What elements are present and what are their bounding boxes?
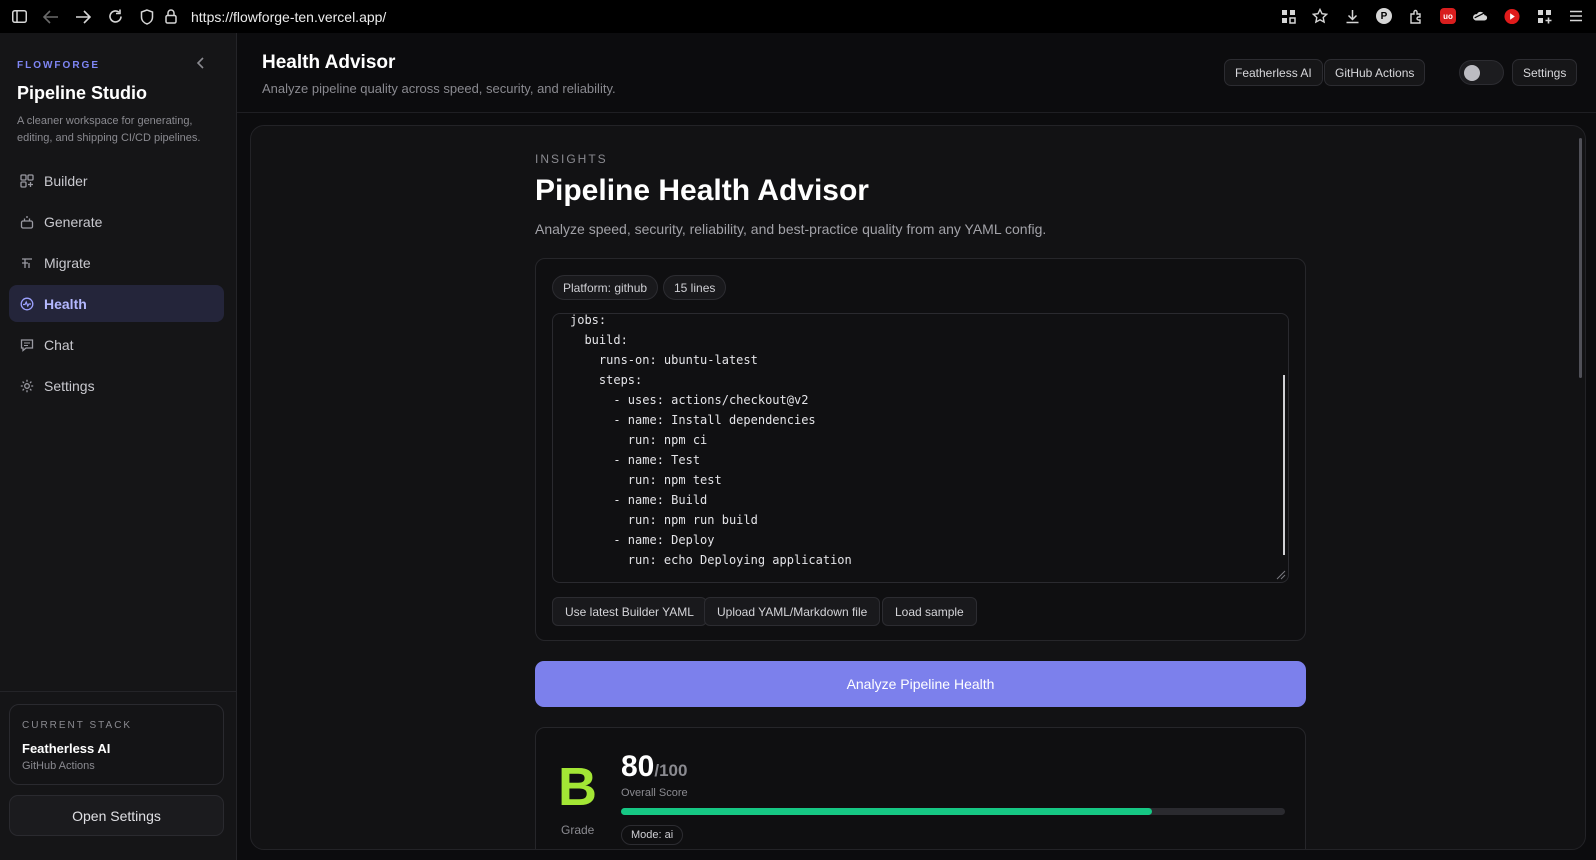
sidebar-nav: Builder Generate Migrate Health Chat Set… xyxy=(9,162,224,408)
reload-icon[interactable] xyxy=(107,9,123,25)
menu-icon[interactable] xyxy=(1568,8,1584,24)
sidebar-item-label: Health xyxy=(44,295,87,312)
download-icon[interactable] xyxy=(1344,8,1360,24)
page-title: Health Advisor xyxy=(262,52,396,73)
score-value: 80 xyxy=(621,750,655,783)
yaml-editor-card: Platform: github 15 lines jobs: build: r… xyxy=(535,258,1306,641)
url-bar[interactable]: https://flowforge-ten.vercel.app/ xyxy=(191,9,386,25)
generate-icon xyxy=(20,215,34,229)
sidebar-item-label: Generate xyxy=(44,213,103,230)
shield-icon[interactable] xyxy=(139,8,155,25)
brand-description: A cleaner workspace for generating, edit… xyxy=(17,115,201,144)
use-latest-builder-button[interactable]: Use latest Builder YAML xyxy=(552,597,707,626)
yaml-content: jobs: build: runs-on: ubuntu-latest step… xyxy=(570,313,852,567)
back-icon[interactable] xyxy=(43,9,59,25)
brand-tag: FLOWFORGE xyxy=(17,60,100,71)
toggle-knob xyxy=(1464,65,1480,81)
page-header: Health Advisor Analyze pipeline quality … xyxy=(237,33,1596,113)
theme-toggle[interactable] xyxy=(1459,60,1504,85)
main-panel: INSIGHTS Pipeline Health Advisor Analyze… xyxy=(250,125,1586,850)
sidebar-item-builder[interactable]: Builder xyxy=(9,162,224,199)
platform-chip[interactable]: GitHub Actions xyxy=(1324,59,1426,86)
grade-letter: B xyxy=(558,757,597,817)
migrate-icon xyxy=(20,256,34,270)
open-settings-button[interactable]: Open Settings xyxy=(9,795,224,836)
sidebar-item-generate[interactable]: Generate xyxy=(9,203,224,240)
stack-platform: GitHub Actions xyxy=(22,760,95,772)
provider-chip[interactable]: Featherless AI xyxy=(1224,59,1323,86)
lock-icon xyxy=(163,9,179,25)
settings-icon xyxy=(20,379,34,393)
sidebar-item-label: Builder xyxy=(44,172,88,189)
forward-icon[interactable] xyxy=(75,9,91,25)
resize-handle-icon[interactable] xyxy=(1276,570,1286,582)
grade-label: Grade xyxy=(561,823,595,837)
current-stack-card: CURRENT STACK Featherless AI GitHub Acti… xyxy=(9,704,224,785)
section-subtitle: Analyze speed, security, reliability, an… xyxy=(535,221,1047,237)
health-icon xyxy=(20,297,34,311)
sidebar: FLOWFORGE Pipeline Studio A cleaner work… xyxy=(0,33,237,860)
load-sample-button[interactable]: Load sample xyxy=(882,597,977,626)
p-extension-icon[interactable]: P xyxy=(1376,8,1392,24)
sidebar-item-label: Chat xyxy=(44,336,74,353)
textarea-scrollbar[interactable] xyxy=(1283,375,1285,555)
platform-pill: Platform: github xyxy=(552,275,659,300)
sidebar-divider xyxy=(0,691,237,692)
page-subtitle: Analyze pipeline quality across speed, s… xyxy=(262,81,616,96)
panel-scrollbar[interactable] xyxy=(1579,138,1582,378)
analyze-button[interactable]: Analyze Pipeline Health xyxy=(535,661,1306,707)
section-title: Pipeline Health Advisor xyxy=(535,174,869,207)
apps-icon[interactable] xyxy=(1536,8,1552,24)
section-kicker: INSIGHTS xyxy=(535,152,608,166)
sidebar-item-label: Migrate xyxy=(44,254,91,271)
score-progress-fill xyxy=(621,808,1153,815)
ublock-icon[interactable]: uo xyxy=(1440,8,1456,24)
sidebar-item-health[interactable]: Health xyxy=(9,285,224,322)
browser-toolbar: https://flowforge-ten.vercel.app/ P uo xyxy=(0,0,1596,33)
stack-label: CURRENT STACK xyxy=(22,720,133,731)
sidebar-icon[interactable] xyxy=(11,9,27,25)
sidebar-item-label: Settings xyxy=(44,377,95,394)
chat-icon xyxy=(20,338,34,352)
cloud-icon[interactable] xyxy=(1472,8,1488,24)
upload-file-button[interactable]: Upload YAML/Markdown file xyxy=(704,597,881,626)
builder-icon xyxy=(20,173,34,188)
sidebar-item-migrate[interactable]: Migrate xyxy=(9,244,224,281)
score-progress-bar xyxy=(621,808,1285,815)
overall-score: 80/100 xyxy=(621,750,687,784)
brand-title: Pipeline Studio xyxy=(17,83,148,103)
stack-provider: Featherless AI xyxy=(22,741,111,756)
health-score-card: B Grade 80/100 Overall Score Mode: ai xyxy=(535,727,1306,849)
sidebar-item-settings[interactable]: Settings xyxy=(9,367,224,404)
score-max: /100 xyxy=(654,761,688,780)
youtube-icon[interactable] xyxy=(1504,8,1520,24)
line-count-pill: 15 lines xyxy=(663,275,727,300)
star-icon[interactable] xyxy=(1312,8,1328,24)
settings-chip[interactable]: Settings xyxy=(1512,59,1578,86)
collapse-sidebar-icon[interactable] xyxy=(196,56,206,74)
yaml-textarea[interactable]: jobs: build: runs-on: ubuntu-latest step… xyxy=(552,313,1289,583)
sidebar-item-chat[interactable]: Chat xyxy=(9,326,224,363)
score-label: Overall Score xyxy=(621,787,688,799)
mode-pill: Mode: ai xyxy=(621,825,684,845)
grid-icon[interactable] xyxy=(1280,8,1296,24)
puzzle-icon[interactable] xyxy=(1408,8,1424,24)
